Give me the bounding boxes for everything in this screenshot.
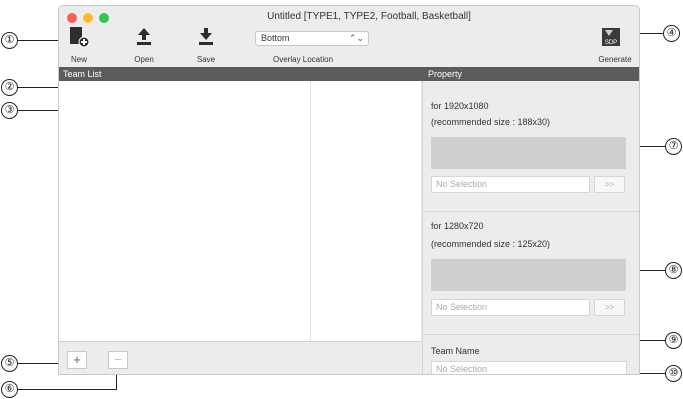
generate-label: Generate (598, 55, 632, 64)
team-list[interactable] (59, 81, 421, 341)
callout-4: ④ (663, 25, 680, 42)
callout-10: ⑩ (665, 365, 682, 382)
team-list-header: Team List (59, 67, 422, 81)
callout-7: ⑦ (665, 138, 682, 155)
overlay-location-select[interactable]: Bottom ⌃⌄ (255, 31, 369, 46)
download-icon (199, 28, 213, 45)
open-label: Open (134, 55, 154, 64)
generate-icon-text: SDP (605, 40, 617, 46)
callout-5: ⑤ (1, 355, 18, 372)
remove-team-button[interactable]: − (108, 351, 128, 369)
generate-sdp-icon: SDP (602, 28, 620, 46)
open-button[interactable]: Open (124, 26, 164, 66)
team-list-footer: + − (59, 341, 421, 374)
team-list-divider (310, 81, 311, 341)
new-document-icon (70, 27, 89, 48)
team-name-label: Team Name (431, 346, 480, 356)
select-chevron-icon: ⌃⌄ (348, 33, 364, 43)
callout-9: ⑨ (665, 332, 682, 349)
save-button[interactable]: Save (186, 26, 226, 66)
hd720-recommended-size: (recommended size : 125x20) (431, 239, 551, 249)
property-header: Property (422, 67, 639, 81)
hd720-browse-button[interactable]: >> (594, 299, 625, 316)
property-panel: for 1920x1080 (recommended size : 188x30… (422, 81, 639, 374)
hd720-title: for 1280x720 (431, 221, 484, 231)
overlay-location-value: Bottom (261, 33, 290, 43)
new-button[interactable]: New (59, 26, 99, 66)
upload-icon (137, 28, 151, 45)
property-divider (423, 334, 639, 335)
hd1080-title: for 1920x1080 (431, 101, 489, 111)
app-window: Untitled [TYPE1, TYPE2, Football, Basket… (58, 5, 640, 375)
add-team-button[interactable]: + (67, 351, 87, 369)
save-label: Save (196, 55, 216, 64)
callout-1: ① (1, 32, 18, 49)
new-label: New (70, 55, 87, 64)
hd1080-browse-button[interactable]: >> (594, 176, 625, 193)
hd720-image-preview[interactable] (431, 259, 626, 291)
team-name-field[interactable]: No Selection (431, 361, 627, 374)
hd1080-file-field[interactable]: No Selection (431, 176, 590, 193)
generate-button[interactable]: SDP Generate (585, 26, 637, 66)
callout-2: ② (1, 79, 18, 96)
hd1080-recommended-size: (recommended size : 188x30) (431, 117, 551, 127)
callout-3: ③ (1, 102, 18, 119)
callout-8: ⑧ (665, 262, 682, 279)
hd1080-image-preview[interactable] (431, 137, 626, 169)
team-list-header-label: Team List (63, 69, 102, 79)
property-divider (423, 211, 639, 212)
property-header-label: Property (428, 69, 463, 79)
window-title: Untitled [TYPE1, TYPE2, Football, Basket… (267, 11, 471, 22)
callout-line-6 (17, 389, 117, 391)
callout-6: ⑥ (1, 381, 18, 398)
overlay-location-label: Overlay Location (273, 55, 334, 64)
hd720-file-field[interactable]: No Selection (431, 299, 590, 316)
